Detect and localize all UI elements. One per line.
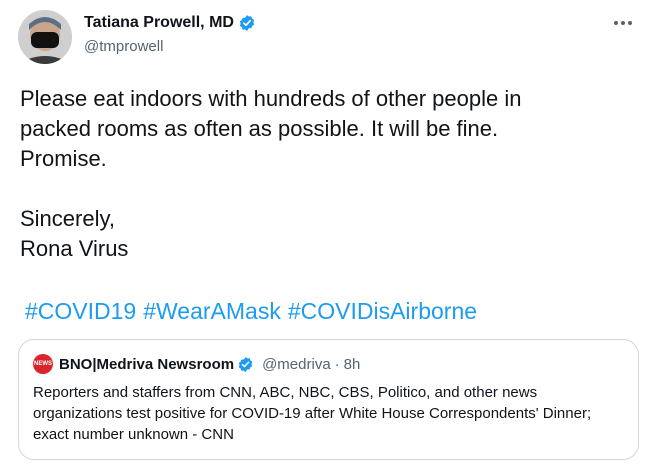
author-name-row: Tatiana Prowell, MD bbox=[84, 14, 256, 32]
quoted-tweet-header: NEWS BNO|Medriva Newsroom @medriva · 8h bbox=[33, 354, 360, 374]
author-avatar[interactable] bbox=[18, 10, 72, 64]
quoted-author-avatar: NEWS bbox=[33, 354, 53, 374]
separator-dot: · bbox=[334, 355, 340, 373]
hashtag-link[interactable]: #WearAMask bbox=[143, 298, 281, 324]
quoted-tweet-timestamp: 8h bbox=[343, 355, 361, 373]
quoted-author-handle: @medriva bbox=[262, 355, 331, 373]
verified-badge-icon bbox=[238, 356, 253, 372]
verified-badge-icon bbox=[239, 15, 255, 31]
profile-photo-icon bbox=[18, 10, 72, 64]
hashtag-link[interactable]: #COVID19 bbox=[25, 298, 136, 324]
tweet-card: Tatiana Prowell, MD @tmprowell Please ea… bbox=[0, 0, 655, 471]
quoted-tweet-text: Reporters and staffers from CNN, ABC, NB… bbox=[33, 384, 592, 443]
hashtag-link[interactable]: #COVIDisAirborne bbox=[288, 298, 477, 324]
quoted-tweet[interactable]: NEWS BNO|Medriva Newsroom @medriva · 8h … bbox=[18, 339, 639, 460]
author-display-name[interactable]: Tatiana Prowell, MD bbox=[84, 14, 234, 32]
hashtag-row: #COVID19 #WearAMask #COVIDisAirborne bbox=[25, 296, 484, 326]
more-options-icon[interactable] bbox=[611, 14, 635, 32]
author-handle[interactable]: @tmprowell bbox=[84, 38, 163, 55]
quoted-author-name: BNO|Medriva Newsroom bbox=[59, 355, 235, 373]
tweet-text: Please eat indoors with hundreds of othe… bbox=[20, 86, 522, 261]
news-logo-icon: NEWS bbox=[34, 361, 52, 367]
